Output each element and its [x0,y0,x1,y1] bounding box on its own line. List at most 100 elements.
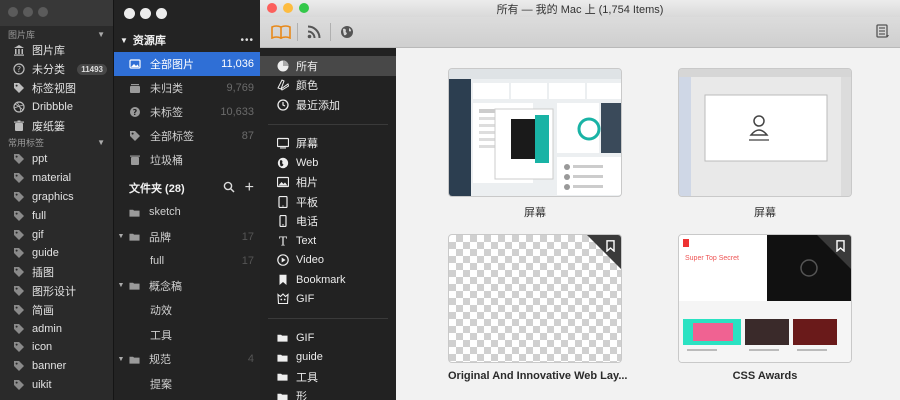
minimize-button[interactable] [140,8,151,19]
grid-card[interactable]: Super Top Secret CSS Awards [678,234,852,382]
category-label: GIF [296,293,315,306]
thumb-title: Super Top Secret [685,255,739,262]
library-list: 全部图片 11,036 未归类 9,769? 未标签 10,633 全部标签 87 垃圾桶 [114,52,260,172]
sidebar-item-item-8[interactable]: 简画 [0,300,113,319]
library-item-label: 全部标签 [150,131,194,143]
category-item-folder[interactable]: 形 [260,387,396,400]
book-icon[interactable] [268,21,294,43]
category-item-tablet[interactable]: 平板 [260,192,396,212]
globe-icon[interactable] [334,21,360,43]
library-item-untagged[interactable]: ? 未标签 10,633 [114,100,260,124]
folder-label: 规范 [149,354,171,367]
folder-item[interactable]: 动效 [114,298,260,323]
close-button[interactable] [8,7,18,17]
category-item-text[interactable]: T Text [260,231,396,251]
folder-item[interactable]: full 17 [114,249,260,274]
rss-icon[interactable] [301,21,327,43]
section-header[interactable]: 图片库 ▼ [0,27,113,41]
sidebar-item-dribbble[interactable]: Dribbble [0,97,113,116]
folder-item[interactable]: ▼ 概念稿 [114,274,260,299]
folder-label: full [150,255,165,268]
category-item-photo[interactable]: 相片 [260,173,396,193]
sidebar-item-icon[interactable]: icon [0,338,113,357]
folder-item[interactable]: 提案 [114,372,260,397]
card-thumbnail[interactable]: Super Top Secret [678,234,852,363]
category-item-video[interactable]: Video [260,251,396,271]
minimize-button[interactable] [23,7,33,17]
clock-icon [276,98,289,111]
card-thumbnail[interactable] [448,68,622,197]
more-icon[interactable]: ••• [240,35,254,46]
category-item-folder[interactable]: guide [260,348,396,368]
folder-count: 4 [247,353,254,366]
category-item-all[interactable]: 所有 [260,56,396,76]
sidebar-item-gif[interactable]: gif [0,225,113,244]
folder-label: 提案 [150,378,172,391]
sidebar-item-full[interactable]: full [0,206,113,225]
card-thumbnail[interactable] [678,68,852,197]
zoom-button[interactable] [156,8,167,19]
disclosure-triangle-icon[interactable]: ▼ [114,356,128,363]
list-menu-icon[interactable] [876,24,890,41]
library-item-all-photos[interactable]: 全部图片 11,036 [114,52,260,76]
category-item-folder[interactable]: GIF [260,328,396,348]
sidebar-item-item-0[interactable]: 图片库 [0,41,113,60]
minimize-button[interactable] [283,3,293,13]
category-label: 颜色 [296,80,318,93]
close-button[interactable] [124,8,135,19]
sidebar-item-item-7[interactable]: 图形设计 [0,282,113,301]
add-folder-icon[interactable]: + [245,179,254,197]
category-label: Video [296,254,324,267]
card-thumbnail[interactable] [448,234,622,363]
tag-icon [12,210,26,222]
grid-card[interactable]: Original And Innovative Web Lay... [448,234,628,382]
disclosure-triangle-icon[interactable]: ▼ [114,233,128,240]
category-item-clock[interactable]: 最近添加 [260,95,396,115]
category-item-bookmark[interactable]: Bookmark [260,270,396,290]
category-label: GIF [296,331,315,344]
library-section-header[interactable]: ▼ 资源库 ••• [114,28,260,52]
folder-count: 17 [241,255,254,268]
section-header[interactable]: 常用标签 ▼ [0,136,113,150]
sidebar-item-guide[interactable]: guide [0,244,113,263]
sidebar-item-admin[interactable]: admin [0,319,113,338]
window-title: 所有 — 我的 Mac 上 (1,754 Items) [496,3,664,16]
grid-card[interactable]: 屏幕 [448,68,622,220]
category-item-phone[interactable]: 电话 [260,212,396,232]
category-item-palette[interactable]: 颜色 [260,76,396,96]
search-icon[interactable] [223,181,235,196]
tag-icon [12,247,26,259]
sidebar-item-label: icon [32,341,53,354]
disclosure-triangle-icon[interactable]: ▼ [114,282,128,289]
sidebar-item-banner[interactable]: banner [0,357,113,376]
folders-section-header[interactable]: 文件夹 (28) + [114,176,260,200]
sidebar-item-ppt[interactable]: ppt [0,150,113,169]
category-item-screen[interactable]: 屏幕 [260,134,396,154]
zoom-button[interactable] [299,3,309,13]
category-item-folder[interactable]: 工具 [260,367,396,387]
category-item-gif[interactable]: GIF [260,290,396,310]
grid-card[interactable]: 屏幕 [678,68,852,220]
folder-item[interactable]: ▼ 品牌 17 [114,225,260,250]
library-item-unsorted[interactable]: 未归类 9,769 [114,76,260,100]
zoom-button[interactable] [38,7,48,17]
close-button[interactable] [267,3,277,13]
sidebar-item-item-1[interactable]: ? 未分类 11493 [0,60,113,79]
sidebar-item-item-2[interactable]: 标签视图 [0,79,113,98]
untagged-icon: ? [128,106,142,118]
folder-icon [276,390,289,400]
category-item-globe[interactable]: Web [260,153,396,173]
sidebar-item-material[interactable]: material [0,169,113,188]
chevron-down-icon: ▼ [120,35,128,45]
folder-item[interactable]: ▼ 规范 4 [114,347,260,372]
sidebar-item-item-4[interactable]: 废纸篓 [0,116,113,135]
sidebar-item-item-6[interactable]: 插图 [0,263,113,282]
library-item-label: 全部图片 [150,59,194,71]
folder-item[interactable]: sketch [114,200,260,225]
folder-label: 品牌 [149,231,171,244]
folder-item[interactable]: 工具 [114,323,260,348]
library-item-all-tags[interactable]: 全部标签 87 [114,124,260,148]
library-item-trash-can[interactable]: 垃圾桶 [114,148,260,172]
sidebar-item-uikit[interactable]: uikit [0,376,113,395]
sidebar-item-graphics[interactable]: graphics [0,188,113,207]
